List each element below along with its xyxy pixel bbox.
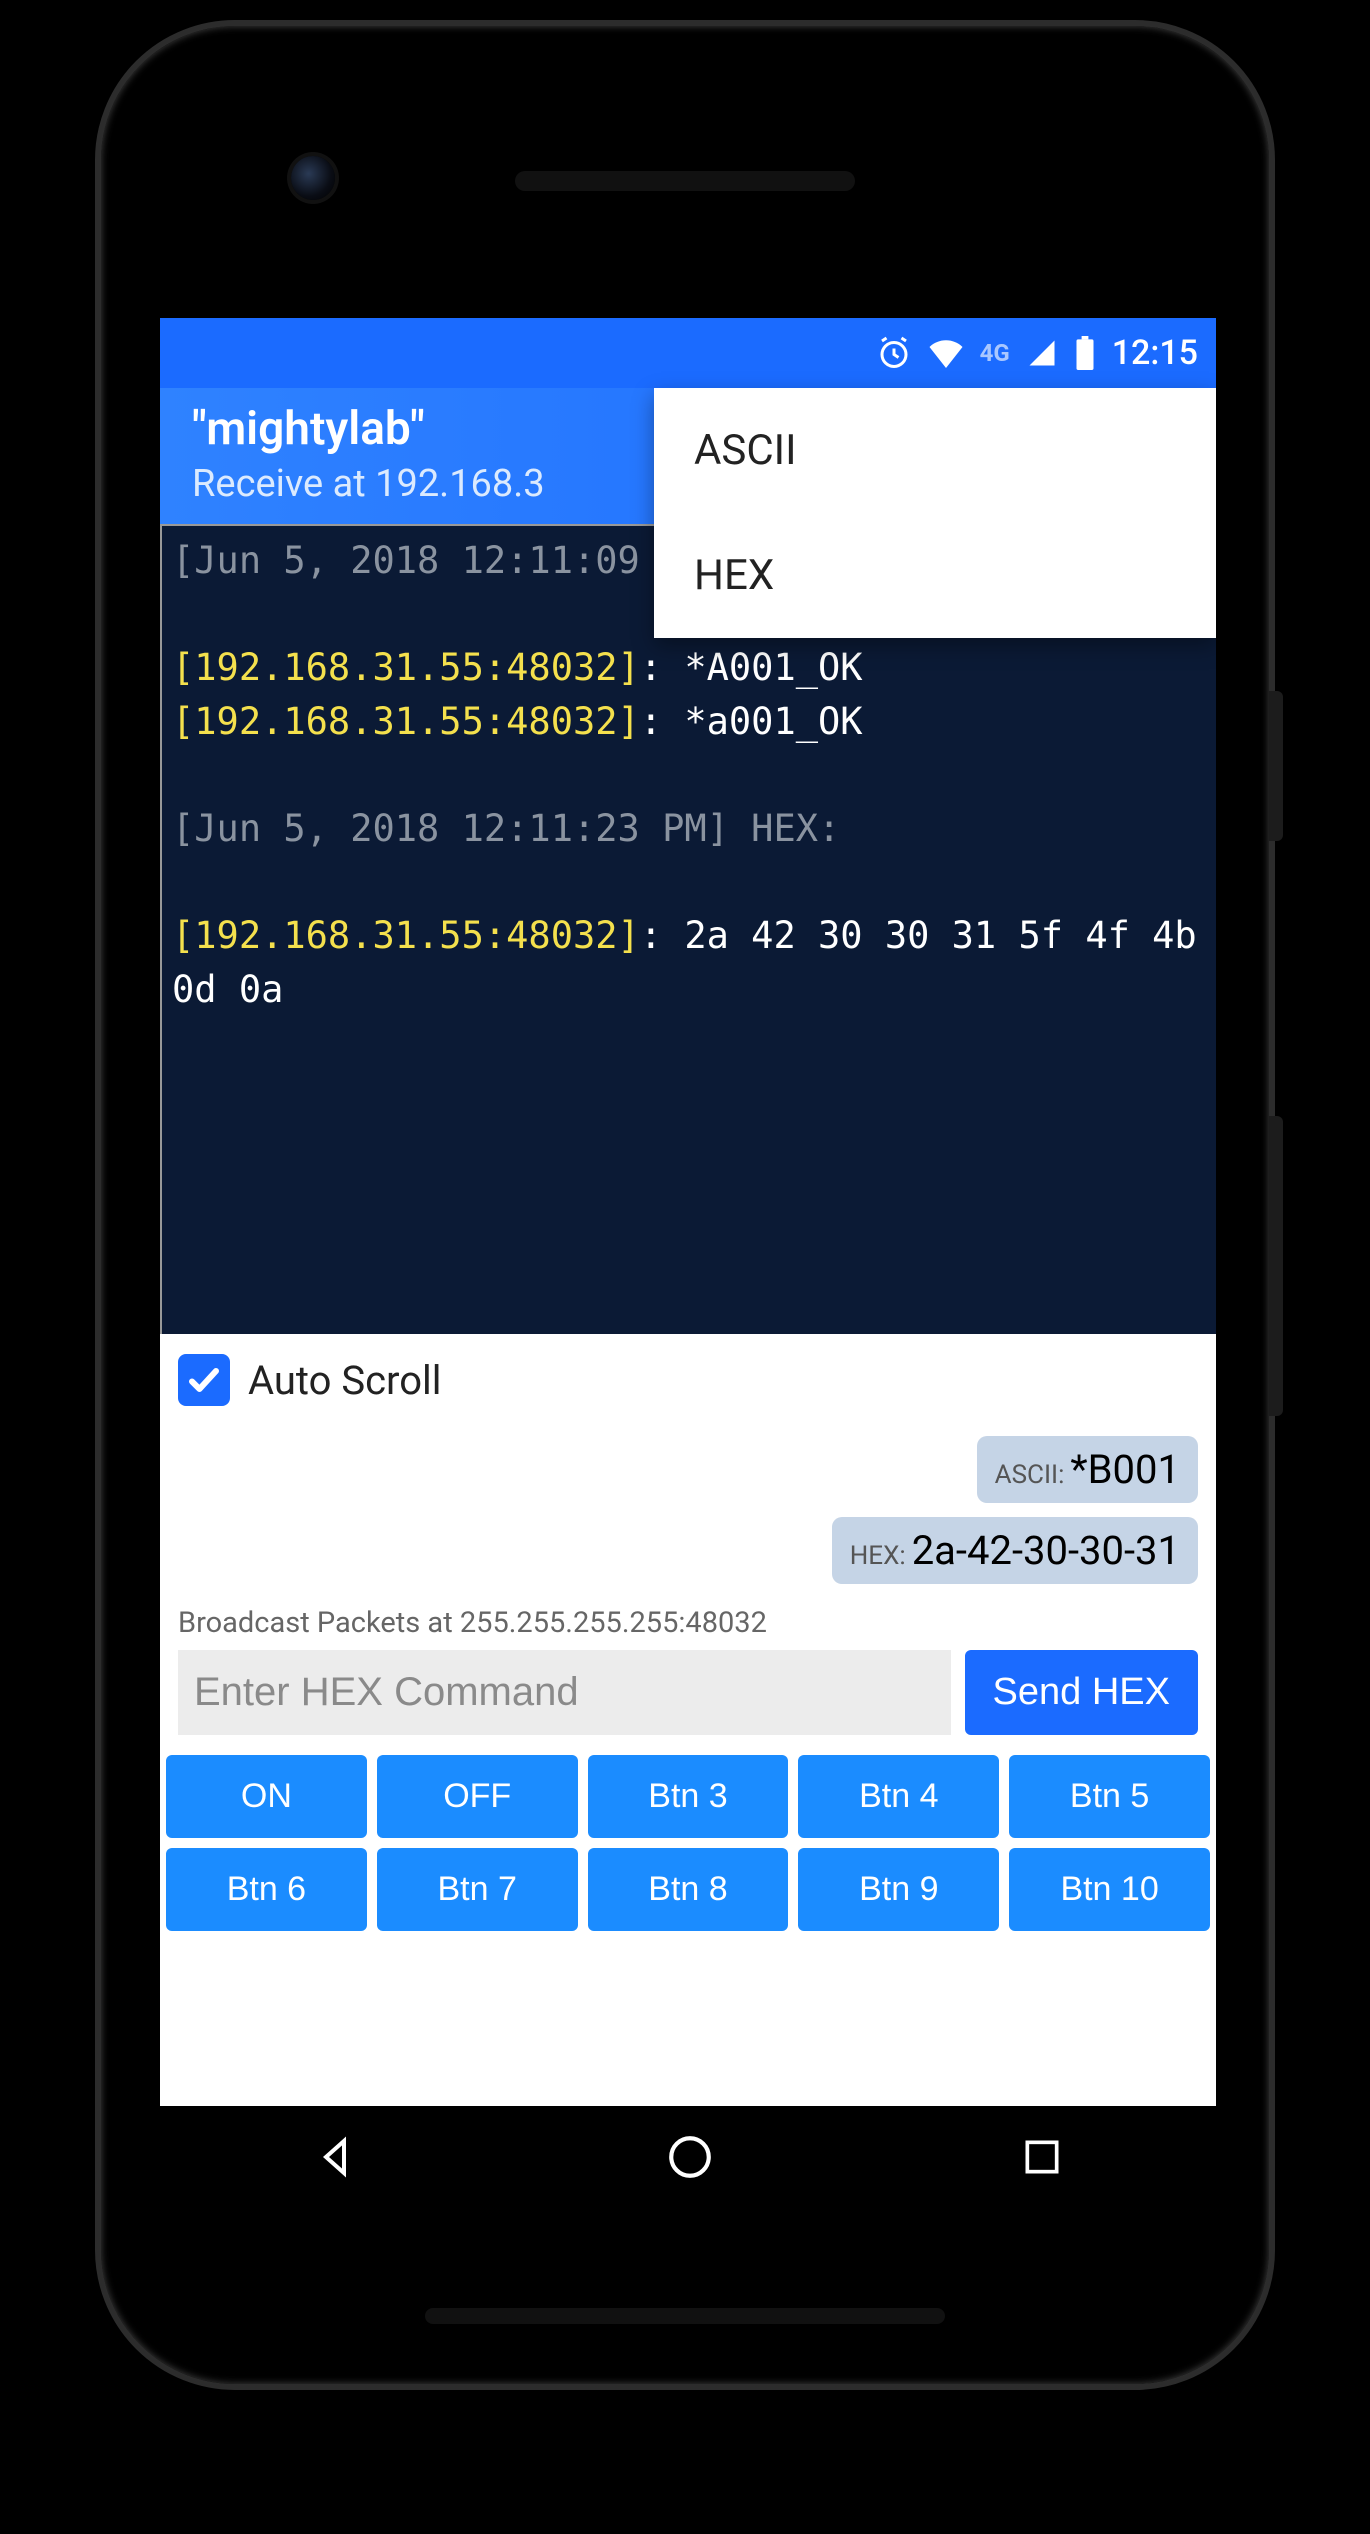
quick-button-10[interactable]: Btn 10 [1009,1848,1210,1931]
status-bar: 4G 12:15 [160,318,1216,388]
ascii-preview-pill[interactable]: ASCII: *B001 [977,1436,1198,1503]
wifi-icon [928,338,964,368]
quick-button-6[interactable]: Btn 6 [166,1848,367,1931]
power-button-icon [1269,691,1283,841]
front-camera-icon [291,156,335,200]
system-nav-bar [160,2106,1216,2208]
bottom-speaker-icon [425,2308,945,2324]
signal-icon [1026,338,1058,368]
back-icon[interactable] [312,2133,360,2181]
menu-item-hex[interactable]: HEX [654,513,1216,638]
packet-payload: : *a001_OK [640,700,863,743]
quick-button-7[interactable]: Btn 7 [377,1848,578,1931]
quick-button-9[interactable]: Btn 9 [798,1848,999,1931]
network-type-label: 4G [980,339,1010,367]
quick-button-5[interactable]: Btn 5 [1009,1755,1210,1838]
speaker-grille-icon [515,171,855,191]
timestamp: [Jun 5, 2018 12:11:23 PM] HEX: [172,807,840,850]
timestamp: [Jun 5, 2018 12:11:09 PM [172,539,707,582]
packet-payload: : *A001_OK [640,646,863,689]
auto-scroll-label: Auto Scroll [248,1357,441,1404]
hex-preview-pill[interactable]: HEX: 2a-42-30-30-31 [832,1517,1198,1584]
menu-item-ascii[interactable]: ASCII [654,388,1216,513]
broadcast-info: Broadcast Packets at 255.255.255.255:480… [178,1606,1198,1640]
recents-icon[interactable] [1020,2135,1064,2179]
format-dropdown-menu: ASCII HEX [654,388,1216,638]
command-input[interactable] [178,1650,951,1735]
packet-address: [192.168.31.55:48032] [172,700,640,743]
alarm-icon [876,335,912,371]
volume-rocker-icon [1269,1116,1283,1416]
battery-icon [1074,336,1096,370]
quick-button-grid: ON OFF Btn 3 Btn 4 Btn 5 Btn 6 Btn 7 Btn… [160,1741,1216,1939]
auto-scroll-row[interactable]: Auto Scroll [178,1348,1198,1416]
packet-address: [192.168.31.55:48032] [172,914,640,957]
terminal-output[interactable]: [Jun 5, 2018 12:11:09 PM [192.168.31.55:… [160,524,1216,1334]
app-bar: "mightylab" Receive at 192.168.3 ASCII H… [160,388,1216,524]
screen: 4G 12:15 "mightylab" Receive at 192.168.… [160,318,1216,2208]
auto-scroll-checkbox[interactable] [178,1354,230,1406]
quick-button-on[interactable]: ON [166,1755,367,1838]
send-button[interactable]: Send HEX [965,1650,1198,1735]
ascii-value: *B001 [1070,1446,1180,1493]
quick-button-4[interactable]: Btn 4 [798,1755,999,1838]
packet-address: [192.168.31.55:48032] [172,646,640,689]
home-icon[interactable] [665,2132,715,2182]
clock-label: 12:15 [1112,333,1198,373]
quick-button-8[interactable]: Btn 8 [588,1848,789,1931]
checkmark-icon [186,1362,222,1398]
hex-value: 2a-42-30-30-31 [912,1527,1180,1574]
ascii-prefix: ASCII: [995,1460,1065,1490]
quick-button-3[interactable]: Btn 3 [588,1755,789,1838]
hex-prefix: HEX: [850,1541,906,1571]
quick-button-off[interactable]: OFF [377,1755,578,1838]
